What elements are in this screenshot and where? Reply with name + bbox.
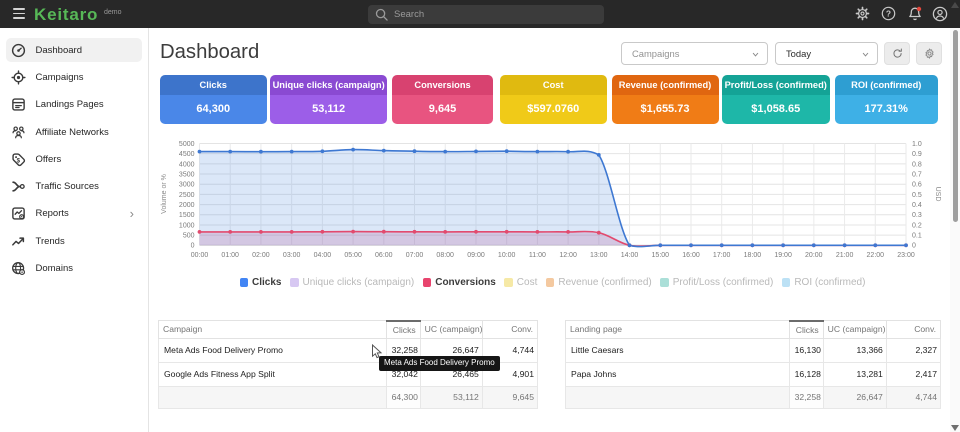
- svg-text:0.6: 0.6: [912, 182, 922, 189]
- svg-text:18:00: 18:00: [744, 252, 762, 259]
- svg-text:0: 0: [912, 243, 916, 250]
- svg-text:0.4: 0.4: [912, 202, 922, 209]
- svg-text:4000: 4000: [179, 161, 195, 168]
- svg-text:02:00: 02:00: [252, 252, 270, 259]
- svg-text:10:00: 10:00: [498, 252, 516, 259]
- svg-text:1500: 1500: [179, 212, 195, 219]
- svg-text:16:00: 16:00: [682, 252, 700, 259]
- svg-text:$: $: [16, 157, 20, 164]
- svg-text:2500: 2500: [179, 192, 195, 199]
- svg-text:2000: 2000: [179, 202, 195, 209]
- svg-text:20:00: 20:00: [805, 252, 823, 259]
- svg-text:0.8: 0.8: [912, 161, 922, 168]
- svg-text:05:00: 05:00: [344, 252, 362, 259]
- svg-text:5000: 5000: [179, 141, 195, 148]
- svg-text:14:00: 14:00: [621, 252, 639, 259]
- svg-text:15:00: 15:00: [652, 252, 670, 259]
- svg-text:13:00: 13:00: [590, 252, 608, 259]
- svg-text:23:00: 23:00: [897, 252, 915, 259]
- svg-text:08:00: 08:00: [436, 252, 454, 259]
- svg-text:0.1: 0.1: [912, 233, 922, 240]
- svg-text:21:00: 21:00: [836, 252, 854, 259]
- svg-text:12:00: 12:00: [559, 252, 577, 259]
- svg-text:11:00: 11:00: [529, 252, 546, 259]
- svg-text:0.5: 0.5: [912, 192, 922, 199]
- svg-text:USD: USD: [934, 187, 941, 202]
- svg-text:06:00: 06:00: [375, 252, 393, 259]
- svg-text:1000: 1000: [179, 222, 195, 229]
- svg-text:0.9: 0.9: [912, 151, 922, 158]
- svg-text:0.2: 0.2: [912, 222, 922, 229]
- svg-text:07:00: 07:00: [406, 252, 424, 259]
- svg-text:?: ?: [886, 8, 891, 18]
- svg-text:0.7: 0.7: [912, 171, 922, 178]
- svg-text:0: 0: [191, 243, 195, 250]
- svg-text:04:00: 04:00: [314, 252, 332, 259]
- svg-text:500: 500: [183, 233, 195, 240]
- svg-text:00:00: 00:00: [191, 252, 209, 259]
- svg-text:Volume or %: Volume or %: [161, 174, 168, 214]
- svg-text:09:00: 09:00: [467, 252, 485, 259]
- svg-text:03:00: 03:00: [283, 252, 301, 259]
- svg-text:0.3: 0.3: [912, 212, 922, 219]
- svg-text:01:00: 01:00: [221, 252, 239, 259]
- svg-text:22:00: 22:00: [867, 252, 885, 259]
- svg-text:17:00: 17:00: [713, 252, 731, 259]
- svg-text:3000: 3000: [179, 182, 195, 189]
- svg-text:1.0: 1.0: [912, 141, 922, 148]
- svg-text:3500: 3500: [179, 171, 195, 178]
- svg-text:4500: 4500: [179, 151, 195, 158]
- svg-text:19:00: 19:00: [774, 252, 792, 259]
